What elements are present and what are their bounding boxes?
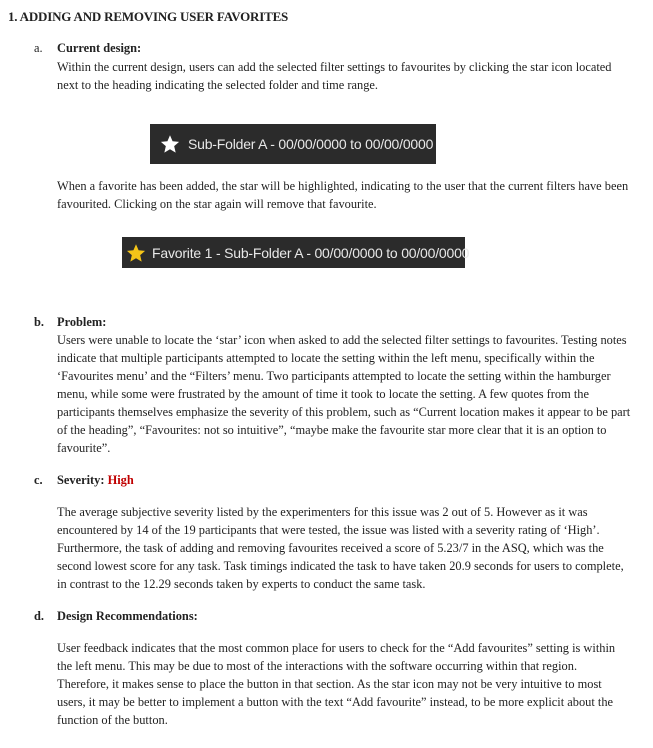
- star-icon: [160, 135, 180, 153]
- severity-paragraph: The average subjective severity listed b…: [57, 505, 624, 591]
- recommendations-paragraph: User feedback indicates that the most co…: [57, 641, 616, 727]
- section-a-label: a.: [34, 41, 43, 55]
- favorited-paragraph: When a favorite has been added, the star…: [57, 179, 629, 211]
- section-b-label: b.: [34, 315, 44, 329]
- section-c-title: Severity: High: [57, 471, 134, 489]
- severity-label: Severity:: [57, 473, 105, 487]
- section-c-label: c.: [34, 473, 43, 487]
- section-d-title: Design Recommendations:: [57, 609, 198, 623]
- heading-example-text: Sub-Folder A - 00/00/0000 to 00/00/0000: [188, 136, 434, 152]
- favorited-example-text: Favorite 1 - Sub-Folder A - 00/00/0000 t…: [152, 244, 470, 261]
- section-d-label: d.: [34, 609, 44, 623]
- unfavorited-heading-example: Sub-Folder A - 00/00/0000 to 00/00/0000: [150, 124, 436, 164]
- severity-value: High: [107, 473, 134, 487]
- current-design-paragraph: Within the current design, users can add…: [57, 60, 612, 92]
- section-a-title: Current design:: [57, 41, 142, 55]
- section-b-title: Problem:: [57, 315, 107, 329]
- star-icon: [126, 243, 146, 262]
- section-heading: 1. ADDING AND REMOVING USER FAVORITES: [8, 9, 289, 24]
- problem-paragraph: Users were unable to locate the ‘star’ i…: [57, 333, 631, 455]
- favorited-heading-example: Favorite 1 - Sub-Folder A - 00/00/0000 t…: [122, 237, 469, 268]
